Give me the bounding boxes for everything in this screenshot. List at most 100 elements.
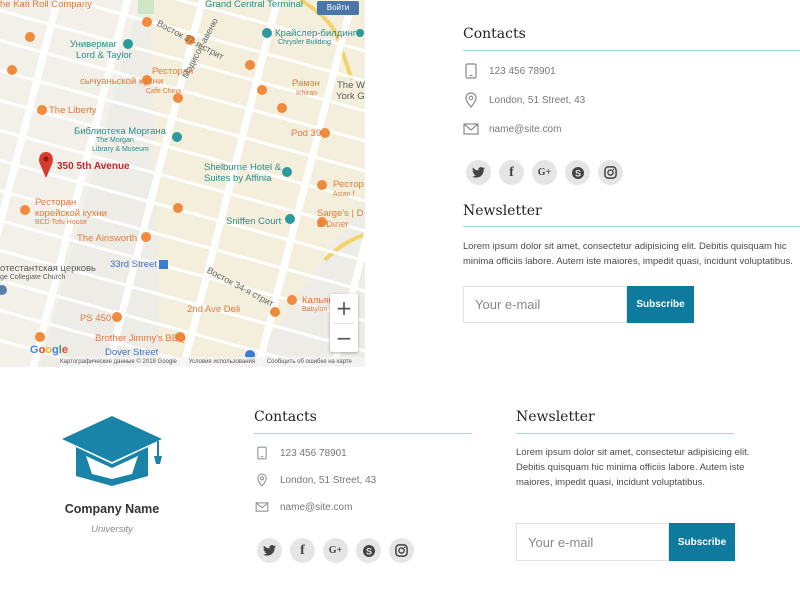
phone-icon — [254, 445, 270, 461]
map-label: Babylon — [302, 306, 328, 313]
map-label: Lord & Taylor — [76, 50, 132, 61]
map-label: Shelburne Hotel & — [204, 162, 282, 173]
bottom-contact-email: name@site.com — [254, 499, 352, 515]
facebook-icon[interactable]: f — [290, 538, 315, 563]
contacts-divider — [254, 433, 472, 434]
map-label: Библиотека Моргана — [74, 126, 166, 137]
map-label: The Liberty — [49, 105, 97, 116]
top-newsletter-section: Newsletter — [463, 203, 800, 227]
email-link[interactable]: name@site.com — [489, 124, 561, 135]
map-label: Cafe China — [146, 88, 182, 95]
map-label: PS 450 — [80, 313, 112, 324]
map-label: Кальян — [302, 295, 334, 306]
phone-number: 123 456 78901 — [489, 65, 556, 77]
svg-text:S: S — [574, 168, 580, 178]
bottom-contact-phone: 123 456 78901 — [254, 445, 347, 461]
newsletter-heading: Newsletter — [463, 203, 542, 219]
instagram-icon[interactable] — [389, 538, 414, 563]
map-label: he Kati Roll Company — [0, 0, 92, 10]
top-contact-phone: 123 456 78901 — [463, 63, 556, 79]
map-widget[interactable]: Войти he Kati Roll Company Grand Central … — [0, 0, 365, 367]
newsletter-divider — [516, 433, 734, 434]
envelope-icon — [254, 499, 270, 515]
google-plus-icon[interactable]: G+ — [532, 160, 557, 185]
map-label: Ресторан — [35, 197, 77, 208]
map-label: Grand Central Terminal — [205, 0, 304, 10]
map-label: Brother Jimmy's BBQ — [95, 333, 186, 344]
company-subtitle: University — [91, 524, 133, 535]
twitter-icon[interactable] — [257, 538, 282, 563]
map-label: Крайслер-билдинг — [275, 28, 357, 39]
google-logo: Google — [30, 344, 68, 356]
email-link[interactable]: name@site.com — [280, 502, 352, 513]
phone-number: 123 456 78901 — [280, 447, 347, 459]
top-social-links: f G+ S — [466, 160, 631, 185]
svg-text:S: S — [365, 546, 371, 556]
location-pin-icon — [463, 92, 479, 108]
newsletter-description: Lorem ipsum dolor sit amet, consectetur … — [463, 241, 793, 267]
top-contacts-section: Contacts — [463, 26, 800, 51]
map-label: ge Collegiate Church — [0, 274, 66, 281]
map-label: The Ainsworth — [77, 233, 138, 244]
contacts-heading: Contacts — [463, 26, 526, 42]
zoom-out-button[interactable]: − — [330, 324, 358, 353]
map-label: сычуаньской кухни — [80, 76, 164, 87]
map-label: Универмаг — [70, 39, 117, 50]
map-label: 350 5th Avenue — [57, 161, 130, 172]
map-report-link[interactable]: Сообщить об ошибке на карте — [267, 359, 352, 365]
skype-icon[interactable]: S — [565, 160, 590, 185]
map-label: Ichiran — [296, 90, 318, 97]
map-label: корейской кухни — [35, 208, 107, 219]
company-name: Company Name — [64, 502, 160, 516]
address-text: London, 51 Street, 43 — [489, 94, 586, 106]
instagram-icon[interactable] — [598, 160, 623, 185]
bottom-newsletter-section: Newsletter — [516, 409, 734, 434]
bottom-contact-address: London, 51 Street, 43 — [254, 472, 376, 488]
map-label: Suites by Affinia — [204, 173, 272, 184]
bottom-contacts-section: Contacts — [254, 409, 472, 434]
newsletter-email-input[interactable] — [463, 286, 627, 323]
map-label: Library & Museum — [92, 146, 149, 153]
contacts-heading: Contacts — [254, 409, 317, 425]
map-label: Рамэн — [292, 78, 320, 89]
google-plus-icon[interactable]: G+ — [323, 538, 348, 563]
top-contact-address: London, 51 Street, 43 — [463, 92, 585, 108]
bottom-social-links: f G+ S — [257, 538, 422, 563]
login-button[interactable]: Войти — [317, 1, 359, 15]
contacts-divider — [463, 50, 800, 51]
zoom-in-button[interactable]: + — [330, 294, 358, 323]
newsletter-email-input[interactable] — [516, 523, 669, 561]
newsletter-description: Lorem ipsum dolor sit amet, consectetur … — [516, 447, 750, 488]
map-data-credit: Картографические данные © 2018 Google — [60, 359, 177, 365]
subscribe-button[interactable]: Subscribe — [669, 523, 735, 561]
newsletter-divider — [463, 226, 800, 227]
map-label: The W — [337, 80, 365, 91]
map-label: Asian f — [333, 191, 355, 198]
map-terms-link[interactable]: Условия использования — [189, 359, 256, 365]
map-label: BCD Tofu House — [35, 219, 88, 226]
brand-logo — [62, 414, 162, 495]
map-zoom-control: + − — [330, 294, 358, 352]
skype-icon[interactable]: S — [356, 538, 381, 563]
map-label: The Morgan — [96, 137, 134, 144]
map-label: Sniffen Court — [226, 216, 282, 227]
graduation-cap-icon — [62, 416, 162, 486]
subscribe-button[interactable]: Subscribe — [627, 286, 694, 323]
map-label: York Gr — [336, 91, 365, 102]
map-label: Pod 39 — [291, 128, 322, 139]
map-label: Chrysler Building — [278, 39, 331, 46]
map-label: Sarge's | D — [317, 208, 364, 219]
twitter-icon[interactable] — [466, 160, 491, 185]
facebook-icon[interactable]: f — [499, 160, 524, 185]
top-contact-email: name@site.com — [463, 121, 561, 137]
newsletter-heading: Newsletter — [516, 409, 595, 425]
map-label: 33rd Street — [110, 259, 157, 270]
map-label: отестантская церковь — [0, 263, 96, 274]
map-attribution: Картографические данные © 2018 Google Ус… — [60, 357, 365, 367]
map-label: 2nd Ave Deli — [187, 304, 241, 315]
envelope-icon — [463, 121, 479, 137]
phone-icon — [463, 63, 479, 79]
address-text: London, 51 Street, 43 — [280, 474, 377, 486]
location-pin-icon — [254, 472, 270, 488]
map-label: & Diner — [317, 219, 349, 230]
